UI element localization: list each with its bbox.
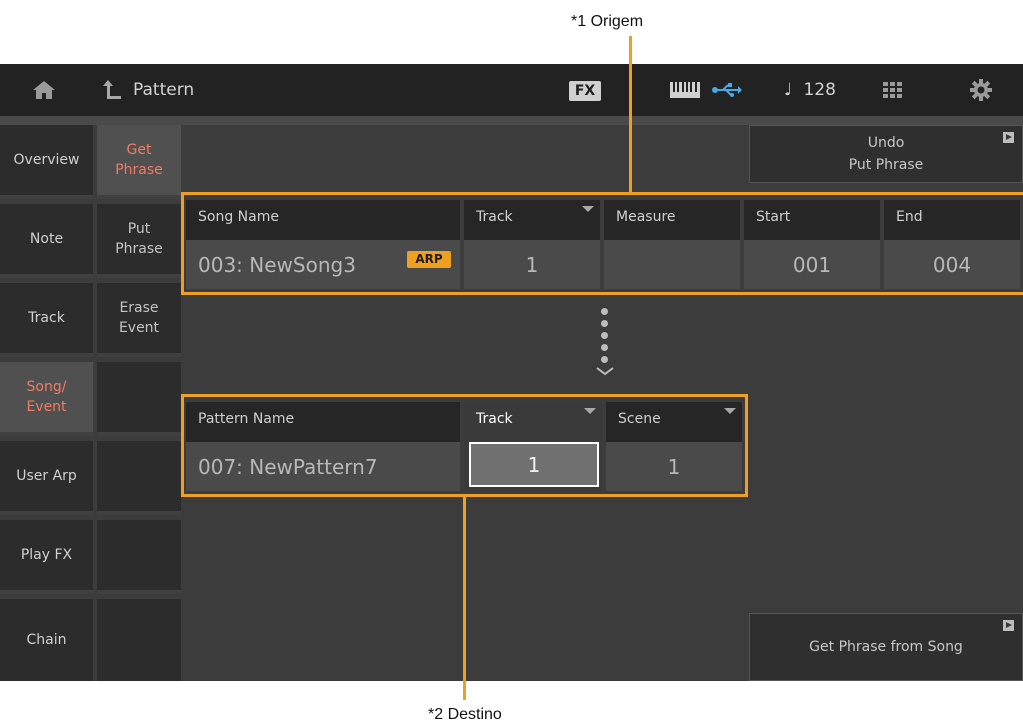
page-title: Pattern [133, 80, 195, 100]
tab-get-phrase[interactable]: Get Phrase [97, 125, 181, 199]
note-icon: ♩ [784, 80, 793, 100]
start-param[interactable]: Start 001 [744, 200, 880, 289]
measure-value [604, 240, 740, 289]
fx-button[interactable]: FX [569, 81, 601, 101]
end-label: End [896, 209, 923, 225]
synth-screen: Pattern FX ♩ 128 Overview Note Track Son… [0, 64, 1023, 681]
back-arrow-icon[interactable] [98, 64, 128, 116]
play-triangle-icon [1003, 620, 1014, 631]
tab-put-phrase[interactable]: Put Phrase [97, 204, 181, 278]
end-value[interactable]: 004 [884, 240, 1020, 289]
dest-track-param[interactable]: Track 1 [464, 402, 602, 491]
tab-empty-5 [97, 441, 181, 515]
tempo-value: 128 [803, 80, 836, 100]
pattern-name-label: Pattern Name [198, 411, 295, 427]
usb-icon [710, 64, 744, 116]
keyboard-icon [668, 64, 702, 116]
tab-erase-event[interactable]: Erase Event [97, 283, 181, 357]
source-track-label: Track [476, 209, 513, 225]
flow-dot [601, 344, 608, 351]
pattern-name-value[interactable]: 007: NewPattern7 [186, 442, 460, 491]
undo-put-phrase-button[interactable]: Undo Put Phrase [749, 125, 1023, 183]
dropdown-arrow-icon [724, 408, 736, 414]
gear-icon[interactable] [964, 64, 998, 116]
get-phrase-from-song-button[interactable]: Get Phrase from Song [749, 613, 1023, 681]
start-label: Start [756, 209, 791, 225]
home-icon[interactable] [26, 64, 62, 116]
scene-label: Scene [618, 411, 661, 427]
song-name-label: Song Name [198, 209, 279, 225]
destination-annotation: *2 Destino [428, 706, 502, 723]
sidebar-item-track[interactable]: Track [0, 283, 93, 357]
tab-empty-4 [97, 362, 181, 436]
sidebar-item-chain[interactable]: Chain [0, 599, 93, 681]
play-triangle-icon [1003, 132, 1014, 143]
song-name-value[interactable]: 003: NewSong3 ARP [186, 240, 460, 289]
flow-dot [601, 332, 608, 339]
start-value[interactable]: 001 [744, 240, 880, 289]
top-bar: Pattern FX ♩ 128 [0, 64, 1023, 116]
destination-callout-line [463, 495, 466, 700]
arp-badge: ARP [407, 251, 451, 268]
origin-annotation: *1 Origem [571, 13, 644, 30]
flow-dot [601, 308, 608, 315]
end-param[interactable]: End 004 [884, 200, 1020, 289]
tempo-display[interactable]: ♩ 128 [784, 64, 836, 116]
dropdown-arrow-icon [582, 206, 594, 212]
sidebar-item-play-fx[interactable]: Play FX [0, 520, 93, 594]
pattern-name-param[interactable]: Pattern Name 007: NewPattern7 [186, 402, 460, 491]
flow-dot [601, 320, 608, 327]
measure-param: Measure [604, 200, 740, 289]
scene-param[interactable]: Scene 1 [606, 402, 742, 491]
measure-label: Measure [616, 209, 676, 225]
sidebar-item-song-event[interactable]: Song/ Event [0, 362, 93, 436]
chevron-down-icon [596, 367, 614, 376]
sidebar-item-user-arp[interactable]: User Arp [0, 441, 93, 515]
source-track-param[interactable]: Track 1 [464, 200, 600, 289]
sidebar-item-overview[interactable]: Overview [0, 125, 93, 199]
sidebar-item-note[interactable]: Note [0, 204, 93, 278]
grid-icon[interactable] [876, 64, 910, 116]
tab-empty-6 [97, 520, 181, 594]
origin-callout-line [629, 36, 632, 194]
song-name-param[interactable]: Song Name 003: NewSong3 ARP [186, 200, 460, 289]
tab-empty-7 [97, 599, 181, 681]
scene-value[interactable]: 1 [606, 442, 742, 491]
dest-track-label: Track [476, 411, 513, 427]
topbar-divider [0, 116, 1023, 125]
dropdown-arrow-icon [584, 408, 596, 414]
source-track-value[interactable]: 1 [464, 240, 600, 289]
flow-dot [601, 356, 608, 363]
dest-track-value[interactable]: 1 [469, 442, 599, 487]
